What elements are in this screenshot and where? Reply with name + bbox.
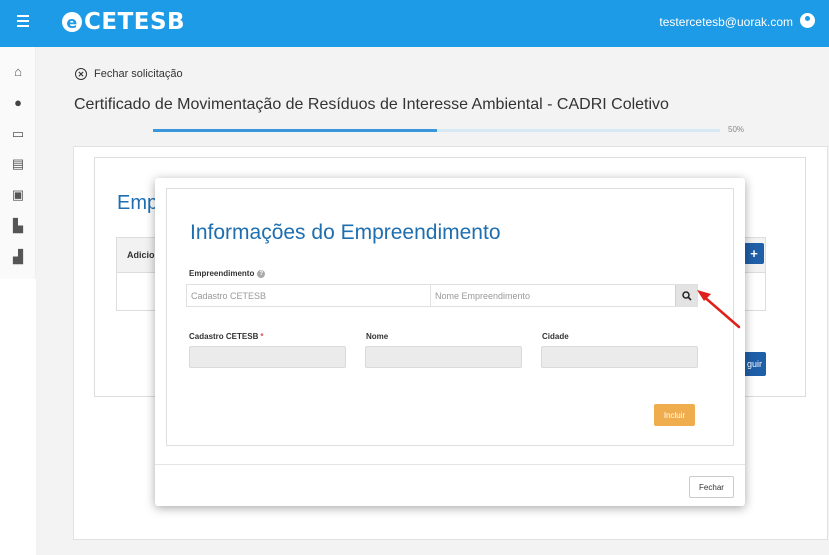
close-circle-icon: ✕ [75, 68, 87, 80]
logo-mark: e [62, 12, 82, 32]
annotation-arrow-icon [697, 290, 741, 329]
cidade-label: Cidade [542, 332, 569, 341]
add-button[interactable]: + [744, 243, 764, 264]
sidebar: ⌂ ● ▭ ▤ ▣ ▙ ▟ [0, 47, 36, 279]
location-pin-icon[interactable]: ● [11, 96, 25, 110]
close-request-label: Fechar solicitação [94, 68, 183, 80]
briefcase-icon[interactable]: ▣ [11, 188, 25, 202]
empreendimento-label-text: Empreendimento [189, 269, 255, 278]
cidade-field [541, 346, 698, 368]
help-icon[interactable]: ? [257, 269, 266, 278]
archive-icon[interactable]: ▤ [11, 157, 25, 171]
background-table-column: Adicio [127, 250, 155, 260]
user-email[interactable]: testercetesb@uorak.com [659, 15, 793, 29]
hamburger-menu-icon[interactable] [17, 15, 29, 27]
cetesb-logo[interactable]: e CETESB [62, 9, 185, 35]
required-mark: * [260, 332, 264, 341]
city-icon[interactable]: ▟ [11, 250, 25, 264]
building-icon[interactable]: ▙ [11, 219, 25, 233]
page-title: Certificado de Movimentação de Resíduos … [74, 96, 669, 113]
progress-label: 50% [728, 125, 745, 134]
progress-bar [153, 129, 720, 132]
empreendimento-label: Empreendimento? [189, 269, 266, 278]
modal-footer-divider [155, 464, 745, 465]
modal-title: Informações do Empreendimento [190, 221, 501, 244]
incluir-button[interactable]: Incluir [654, 404, 695, 426]
fechar-button[interactable]: Fechar [689, 476, 734, 498]
cadastro-cetesb-field [189, 346, 346, 368]
logo-text: CETESB [84, 9, 186, 35]
nome-empreendimento-input[interactable] [431, 285, 675, 306]
background-heading: Emp [117, 192, 159, 214]
empreendimento-search-group [186, 284, 698, 307]
progress-fill [153, 129, 437, 132]
cadastro-cetesb-input[interactable] [187, 285, 431, 306]
cadastro-cetesb-label-text: Cadastro CETESB [189, 332, 259, 341]
close-request-link[interactable]: ✕ Fechar solicitação [75, 68, 183, 80]
home-icon[interactable]: ⌂ [11, 65, 25, 79]
search-icon [681, 290, 692, 301]
cadastro-cetesb-label: Cadastro CETESB * [189, 332, 263, 341]
nome-label: Nome [366, 332, 389, 341]
nome-field [365, 346, 522, 368]
top-bar: e CETESB testercetesb@uorak.com [0, 0, 829, 47]
monitor-icon[interactable]: ▭ [11, 127, 25, 141]
user-account-icon[interactable] [800, 13, 815, 28]
